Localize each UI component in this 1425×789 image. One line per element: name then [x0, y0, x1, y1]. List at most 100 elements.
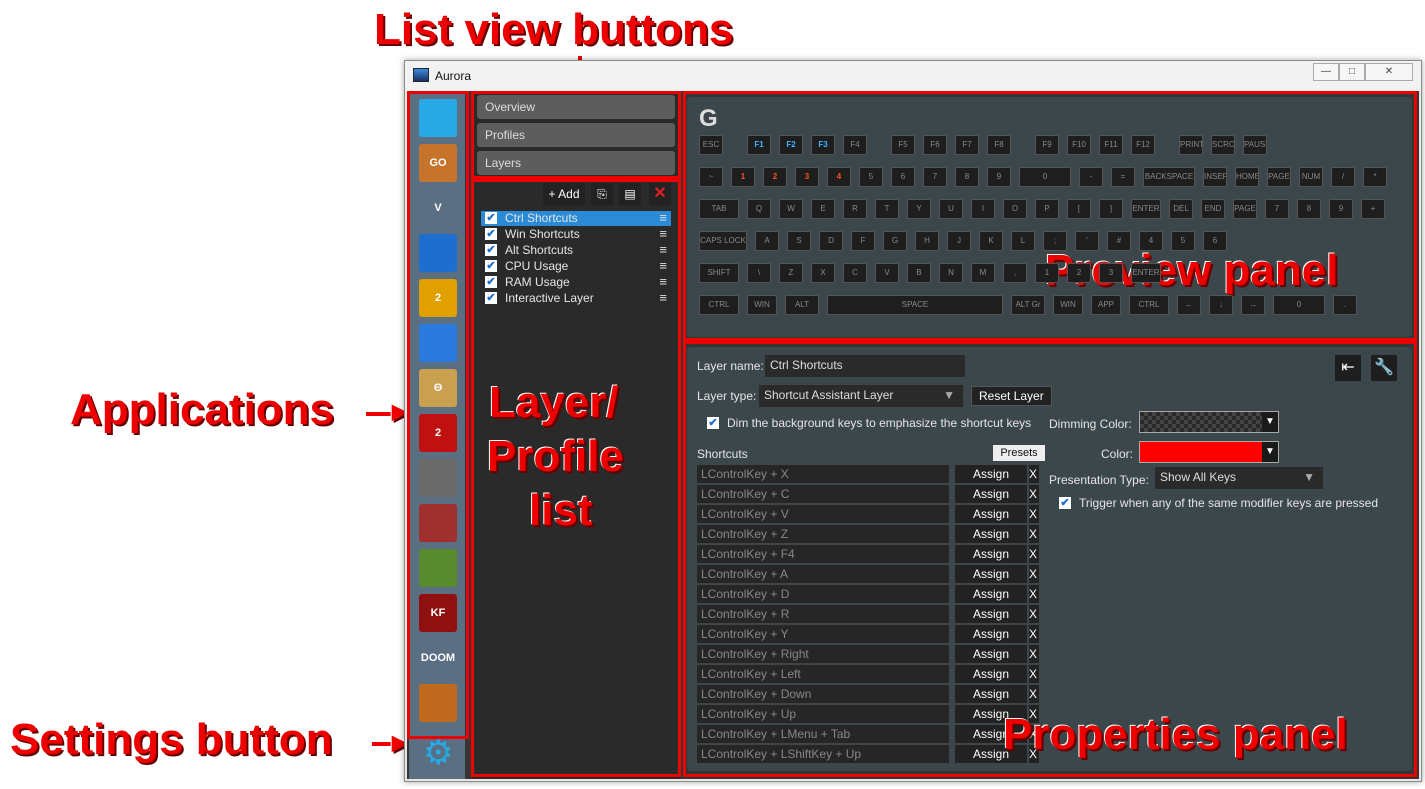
assign-button[interactable]: Assign: [955, 585, 1027, 603]
shortcut-key-field[interactable]: LControlKey + Right: [697, 645, 949, 663]
view-layers-button[interactable]: Layers: [477, 151, 675, 175]
shortcut-key-field[interactable]: LControlKey + Down: [697, 685, 949, 703]
app-euro-truck-icon[interactable]: [419, 459, 457, 497]
add-layer-button[interactable]: + Add: [543, 183, 585, 205]
assign-button[interactable]: Assign: [955, 485, 1027, 503]
assign-button[interactable]: Assign: [955, 505, 1027, 523]
app-american-truck-icon[interactable]: [419, 504, 457, 542]
layer-list-item[interactable]: ✔ CPU Usage ≡: [481, 259, 671, 274]
assign-button[interactable]: Assign: [955, 465, 1027, 483]
layer-enabled-checkbox[interactable]: ✔: [485, 276, 497, 288]
assign-button[interactable]: Assign: [955, 525, 1027, 543]
layer-list-item[interactable]: ✔ Win Shortcuts ≡: [481, 227, 671, 242]
layer-name-label: Layer name:: [697, 359, 764, 373]
assign-button[interactable]: Assign: [955, 565, 1027, 583]
assign-button[interactable]: Assign: [955, 685, 1027, 703]
shortcut-key-field[interactable]: LControlKey + Left: [697, 665, 949, 683]
assign-button[interactable]: Assign: [955, 605, 1027, 623]
remove-shortcut-button[interactable]: X: [1029, 525, 1039, 543]
remove-shortcut-button[interactable]: X: [1029, 605, 1039, 623]
app-guild-wars-2-icon[interactable]: 2: [419, 414, 457, 452]
layer-label: Interactive Layer: [505, 291, 594, 305]
keyboard-key: C: [843, 263, 867, 283]
layer-name-input[interactable]: Ctrl Shortcuts: [765, 355, 965, 377]
shortcut-key-field[interactable]: LControlKey + R: [697, 605, 949, 623]
remove-shortcut-button[interactable]: X: [1029, 485, 1039, 503]
remove-shortcut-button[interactable]: X: [1029, 545, 1039, 563]
wrench-icon[interactable]: 🔧: [1371, 355, 1397, 381]
keyboard-key: F5: [891, 135, 915, 155]
gear-icon[interactable]: ⚙: [423, 736, 453, 770]
shortcut-key-field[interactable]: LControlKey + D: [697, 585, 949, 603]
remove-shortcut-button[interactable]: X: [1029, 665, 1039, 683]
app-generic-app-icon[interactable]: [419, 684, 457, 722]
shortcut-key-field[interactable]: LControlKey + F4: [697, 545, 949, 563]
remove-shortcut-button[interactable]: X: [1029, 625, 1039, 643]
layer-list-item[interactable]: ✔ RAM Usage ≡: [481, 275, 671, 290]
layer-enabled-checkbox[interactable]: ✔: [485, 212, 497, 224]
view-overview-button[interactable]: Overview: [477, 95, 675, 119]
app-rocket-league-icon[interactable]: [419, 234, 457, 272]
remove-shortcut-button[interactable]: X: [1029, 585, 1039, 603]
shortcut-key-field[interactable]: LControlKey + A: [697, 565, 949, 583]
drag-handle-icon[interactable]: ≡: [659, 275, 667, 289]
layer-list-item[interactable]: ✔ Alt Shortcuts ≡: [481, 243, 671, 258]
layer-transform-icon[interactable]: ⇤: [1335, 355, 1361, 381]
shortcut-key-field[interactable]: LControlKey + Up: [697, 705, 949, 723]
app-gta-v-icon[interactable]: V: [419, 189, 457, 227]
app-csgo-icon[interactable]: GO: [419, 144, 457, 182]
maximize-button[interactable]: □: [1339, 63, 1365, 81]
reset-layer-button[interactable]: Reset Layer: [971, 386, 1052, 406]
paste-icon[interactable]: ▤: [619, 183, 641, 205]
remove-shortcut-button[interactable]: X: [1029, 505, 1039, 523]
shortcut-key-field[interactable]: LControlKey + V: [697, 505, 949, 523]
drag-handle-icon[interactable]: ≡: [659, 291, 667, 305]
remove-shortcut-button[interactable]: X: [1029, 685, 1039, 703]
assign-button[interactable]: Assign: [955, 625, 1027, 643]
layer-enabled-checkbox[interactable]: ✔: [485, 292, 497, 304]
layer-type-select[interactable]: Shortcut Assistant Layer ▼: [759, 385, 963, 407]
presentation-type-label: Presentation Type:: [1049, 473, 1149, 487]
shortcut-key-field[interactable]: LControlKey + LMenu + Tab: [697, 725, 949, 743]
shortcut-key-field[interactable]: LControlKey + C: [697, 485, 949, 503]
shortcut-key-field[interactable]: LControlKey + X: [697, 465, 949, 483]
drag-handle-icon[interactable]: ≡: [659, 259, 667, 273]
app-desktop-icon[interactable]: [419, 99, 457, 137]
app-doom-icon[interactable]: DOOM: [419, 639, 457, 677]
layer-list-item[interactable]: ✔ Interactive Layer ≡: [481, 291, 671, 306]
layer-list-item[interactable]: ✔ Ctrl Shortcuts ≡: [481, 211, 671, 226]
app-payday-2-icon[interactable]: 2: [419, 279, 457, 317]
copy-icon[interactable]: ⎘: [591, 183, 613, 205]
drag-handle-icon[interactable]: ≡: [659, 243, 667, 257]
shortcut-key-field[interactable]: LControlKey + LShiftKey + Up: [697, 745, 949, 763]
app-killing-floor-2-icon[interactable]: KF: [419, 594, 457, 632]
app-overwatch-style-icon[interactable]: Θ: [419, 369, 457, 407]
layer-enabled-checkbox[interactable]: ✔: [485, 260, 497, 272]
minimize-button[interactable]: —: [1313, 63, 1339, 81]
drag-handle-icon[interactable]: ≡: [659, 211, 667, 225]
annotation-settings-button: Settings button: [10, 715, 333, 764]
assign-button[interactable]: Assign: [955, 665, 1027, 683]
presets-button[interactable]: Presets: [993, 445, 1045, 461]
close-button[interactable]: ✕: [1365, 63, 1413, 81]
remove-shortcut-button[interactable]: X: [1029, 645, 1039, 663]
app-minecraft-icon[interactable]: [419, 549, 457, 587]
trigger-modifier-checkbox[interactable]: ✔: [1059, 497, 1071, 509]
shortcut-key-field[interactable]: LControlKey + Y: [697, 625, 949, 643]
dim-background-checkbox[interactable]: ✔: [707, 417, 719, 429]
assign-button[interactable]: Assign: [955, 545, 1027, 563]
drag-handle-icon[interactable]: ≡: [659, 227, 667, 241]
view-profiles-button[interactable]: Profiles: [477, 123, 675, 147]
remove-shortcut-button[interactable]: X: [1029, 565, 1039, 583]
dimming-color-label: Dimming Color:: [1049, 417, 1132, 431]
layer-enabled-checkbox[interactable]: ✔: [485, 244, 497, 256]
dimming-color-picker[interactable]: ▼: [1139, 411, 1279, 433]
assign-button[interactable]: Assign: [955, 645, 1027, 663]
delete-icon[interactable]: ✕: [649, 183, 671, 205]
presentation-type-select[interactable]: Show All Keys ▼: [1155, 467, 1323, 489]
layer-enabled-checkbox[interactable]: ✔: [485, 228, 497, 240]
remove-shortcut-button[interactable]: X: [1029, 465, 1039, 483]
shortcut-key-field[interactable]: LControlKey + Z: [697, 525, 949, 543]
app-dota-2-icon[interactable]: [419, 324, 457, 362]
color-picker[interactable]: ▼: [1139, 441, 1279, 463]
